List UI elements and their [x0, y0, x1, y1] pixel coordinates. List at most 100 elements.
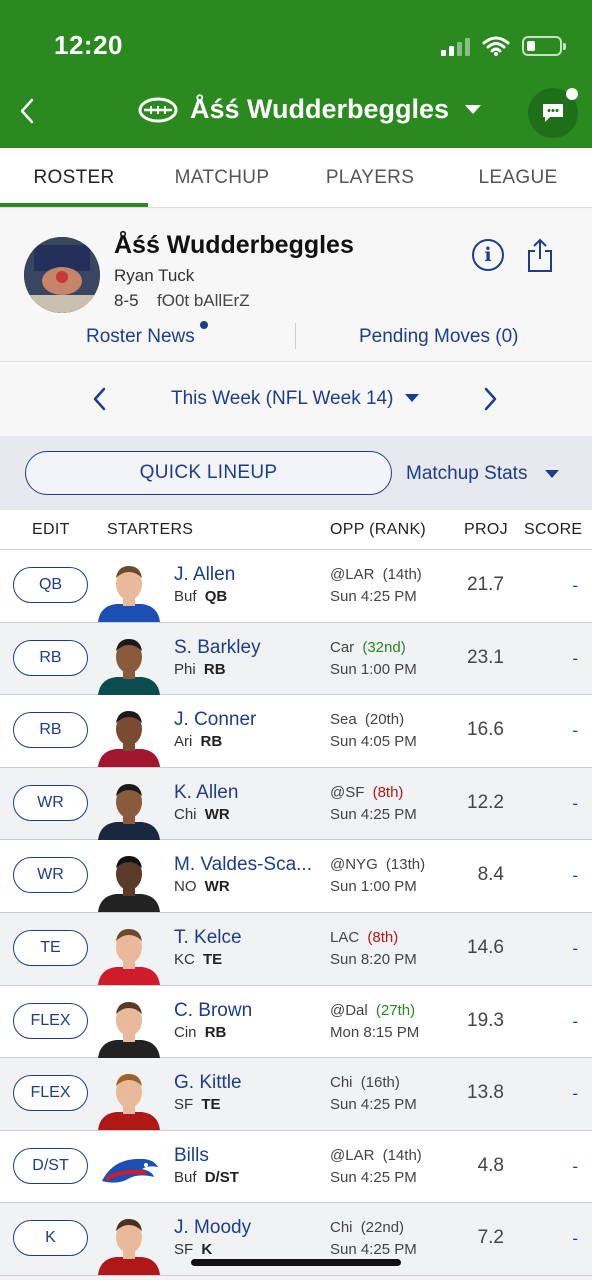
player-team-pos: Ari RB [174, 733, 222, 750]
team-switcher[interactable]: Åśś Wudderbeggles [138, 94, 482, 125]
lineup-slot-button[interactable]: FLEX [13, 1075, 88, 1112]
game-time: Sun 4:25 PM [330, 1168, 417, 1186]
player-team: Ari [174, 733, 193, 751]
tab-bar: ROSTER MATCHUP PLAYERS LEAGUE [0, 148, 592, 208]
opponent-rank: (27th) [375, 1001, 416, 1019]
score: - [572, 1084, 578, 1104]
team-record: 8-5 [114, 291, 139, 310]
game-time: Sun 4:25 PM [330, 588, 417, 605]
tab-matchup[interactable]: MATCHUP [148, 148, 296, 207]
game-time: Sun 8:20 PM [330, 950, 417, 968]
game-time: Mon 8:15 PM [330, 1023, 420, 1041]
roster-column-headers: EDIT STARTERS OPP (RANK) PROJ SCORE [0, 510, 592, 550]
player-headshot [98, 1001, 160, 1058]
player-name-link[interactable]: M. Valdes-Sca... [174, 854, 312, 876]
player-team-pos: Chi WR [174, 806, 230, 823]
player-headshot [98, 928, 160, 985]
game-time: Sun 4:25 PM [330, 805, 417, 823]
lineup-slot-button[interactable]: RB [13, 712, 88, 749]
week-dropdown[interactable]: This Week (NFL Week 14) [171, 388, 393, 410]
avatar [24, 237, 100, 313]
player-name-link[interactable]: S. Barkley [174, 637, 261, 659]
status-icons [441, 36, 566, 56]
player-team: Cin [174, 1023, 197, 1041]
opponent-rank: (32nd) [362, 638, 406, 656]
league-name[interactable]: fO0t bAllErZ [157, 291, 250, 311]
lineup-slot-button[interactable]: RB [13, 639, 88, 676]
col-edit: EDIT [32, 521, 70, 538]
status-time: 12:20 [54, 30, 123, 60]
projected-points: 14.6 [467, 936, 504, 958]
lineup-slot-button[interactable]: K [13, 1220, 88, 1257]
col-opp[interactable]: OPP (RANK) [330, 521, 426, 539]
player-headshot [98, 638, 160, 695]
player-name-link[interactable]: C. Brown [174, 1000, 252, 1022]
player-name-link[interactable]: T. Kelce [174, 927, 242, 949]
score: - [572, 866, 578, 886]
info-icon[interactable]: i [472, 239, 504, 271]
opponent: Sea (20th) [330, 711, 404, 728]
opponent: @NYG (13th) [330, 856, 425, 873]
lineup-slot-button[interactable]: WR [13, 784, 88, 821]
team-name: Åśś Wudderbeggles [114, 231, 354, 259]
projected-points: 23.1 [467, 646, 504, 668]
score: - [572, 576, 578, 595]
player-position: RB [203, 660, 226, 678]
player-position: RB [200, 733, 223, 751]
tab-league[interactable]: LEAGUE [444, 148, 592, 207]
player-team: Buf [174, 1168, 197, 1186]
game-time: Sun 4:25 PM [330, 1241, 417, 1259]
lineup-slot-button[interactable]: QB [13, 567, 88, 603]
back-chevron-icon[interactable] [16, 96, 38, 126]
projected-points: 19.3 [467, 1009, 504, 1031]
prev-week-chevron-icon[interactable] [90, 386, 108, 412]
col-score[interactable]: SCORE [524, 521, 582, 539]
lineup-slot-button[interactable]: WR [13, 857, 88, 894]
player-team-pos: Phi RB [174, 661, 226, 678]
player-name-link[interactable]: K. Allen [174, 782, 238, 804]
share-icon[interactable] [526, 237, 554, 273]
player-name-link[interactable]: J. Allen [174, 564, 235, 586]
opponent: Chi (22nd) [330, 1219, 404, 1236]
player-position: RB [204, 1023, 227, 1041]
player-headshot [98, 1074, 160, 1131]
score: - [572, 1011, 578, 1031]
player-position: QB [204, 588, 228, 605]
lineup-slot-button[interactable]: D/ST [13, 1147, 88, 1184]
wifi-icon [482, 36, 510, 56]
player-team-pos: Cin RB [174, 1024, 226, 1041]
football-icon [138, 97, 178, 122]
lineup-slot-button[interactable]: TE [13, 929, 88, 966]
team-card: Åśś Wudderbeggles Ryan Tuck 8-5 fO0t bAl… [0, 209, 592, 362]
player-team-pos: KC TE [174, 951, 222, 968]
player-name-link[interactable]: G. Kittle [174, 1072, 242, 1094]
player-position: K [201, 1241, 213, 1259]
roster-row: FLEX G. Kittle SF TE Chi (16th) Sun 4:25… [0, 1058, 592, 1131]
player-team: KC [174, 950, 195, 968]
divider [295, 323, 296, 349]
next-week-chevron-icon[interactable] [482, 386, 500, 412]
matchup-stats-dropdown[interactable]: Matchup Stats [406, 463, 527, 485]
opponent-rank: (20th) [364, 711, 405, 729]
projected-points: 7.2 [477, 1227, 504, 1249]
col-proj[interactable]: PROJ [464, 521, 508, 539]
pending-moves-link[interactable]: Pending Moves (0) [359, 326, 518, 348]
opponent-team: @LAR [330, 1146, 375, 1164]
battery-icon [522, 36, 566, 56]
player-name-link[interactable]: J. Conner [174, 709, 256, 731]
quick-lineup-button[interactable]: QUICK LINEUP [25, 451, 392, 495]
roster-row: QB J. Allen Buf QB @LAR (14th) Sun 4:25 … [0, 550, 592, 623]
player-name-link[interactable]: Bills [174, 1145, 209, 1167]
caret-down-icon [405, 394, 419, 402]
roster-row: TE T. Kelce KC TE LAC (8th) Sun 8:20 PM … [0, 912, 592, 986]
opponent: Chi (16th) [330, 1074, 400, 1091]
header-title: Åśś Wudderbeggles [190, 94, 450, 124]
player-name-link[interactable]: J. Moody [174, 1217, 251, 1239]
roster-news-link[interactable]: Roster News [86, 326, 195, 348]
tab-roster[interactable]: ROSTER [0, 148, 148, 207]
player-headshot [98, 783, 160, 840]
player-team-pos: Buf D/ST [174, 1169, 239, 1186]
opponent: @SF (8th) [330, 784, 403, 801]
tab-players[interactable]: PLAYERS [296, 148, 444, 207]
lineup-slot-button[interactable]: FLEX [13, 1002, 88, 1039]
